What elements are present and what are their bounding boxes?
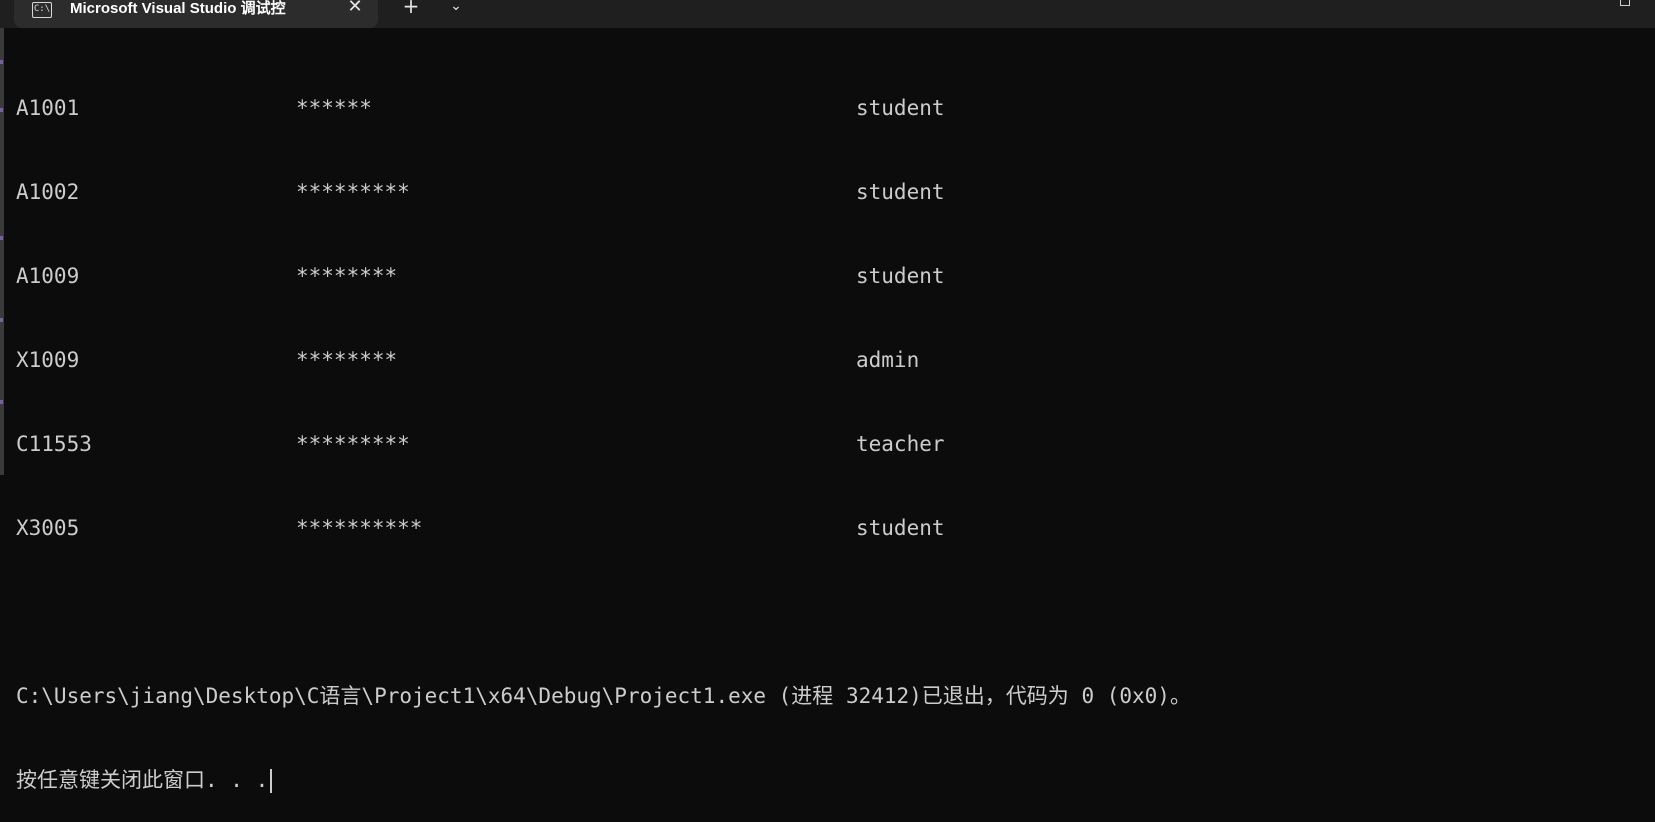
user-id: A1002 (16, 180, 80, 204)
table-row: C11553 ********* teacher (16, 430, 1646, 458)
user-password: ********** (296, 516, 423, 540)
user-id: C11553 (16, 432, 92, 456)
table-row: X1009 ******** admin (16, 346, 1646, 374)
table-row: A1009 ******** student (16, 262, 1646, 290)
close-tab-button[interactable]: ✕ (344, 0, 366, 18)
user-role: student (856, 516, 945, 540)
table-row: X3005 ********** student (16, 514, 1646, 542)
tab-title: Microsoft Visual Studio 调试控 (70, 0, 286, 17)
user-role: student (856, 180, 945, 204)
user-role: student (856, 264, 945, 288)
edge-marker (0, 318, 3, 322)
title-bar: C:\ Microsoft Visual Studio 调试控 ✕ + ⌄ (0, 0, 1655, 28)
exit-message: C:\Users\jiang\Desktop\C语言\Project1\x64\… (16, 684, 1191, 708)
background-window-edge (0, 0, 4, 475)
prompt-line: 按任意键关闭此窗口. . . (16, 766, 1646, 794)
user-role: teacher (856, 432, 945, 456)
new-tab-button[interactable]: + (398, 0, 424, 18)
user-id: A1001 (16, 96, 80, 120)
edge-marker (0, 400, 3, 404)
terminal-tab[interactable]: C:\ Microsoft Visual Studio 调试控 ✕ (14, 0, 378, 28)
user-id: X1009 (16, 348, 80, 372)
console-output[interactable]: A1001 ****** student A1002 ********* stu… (16, 38, 1646, 822)
user-id: X3005 (16, 516, 80, 540)
user-id: A1009 (16, 264, 80, 288)
restore-window-icon[interactable] (1620, 0, 1630, 6)
text-cursor (270, 769, 273, 793)
user-password: ********* (296, 432, 410, 456)
user-password: ********* (296, 180, 410, 204)
user-password: ******** (296, 348, 398, 372)
edge-marker (0, 236, 3, 240)
user-role: student (856, 96, 945, 120)
user-role: admin (856, 348, 920, 372)
close-prompt: 按任意键关闭此窗口. . . (16, 768, 269, 792)
edge-marker (0, 108, 3, 112)
console-app-icon: C:\ (32, 2, 52, 18)
edge-marker (0, 60, 3, 64)
table-row: A1002 ********* student (16, 178, 1646, 206)
tab-dropdown-button[interactable]: ⌄ (444, 0, 468, 18)
user-password: ****** (296, 96, 372, 120)
table-row: A1001 ****** student (16, 94, 1646, 122)
user-password: ******** (296, 264, 398, 288)
